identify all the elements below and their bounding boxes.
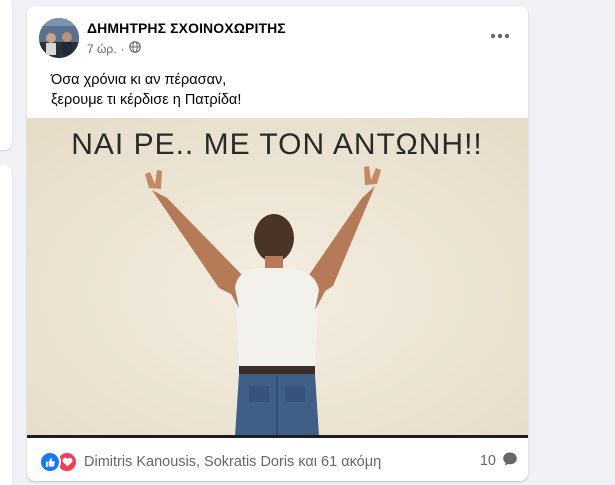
more-options-icon[interactable] [486, 26, 514, 46]
post-footer: Dimitris Kanousis, Sokratis Doris και 61… [27, 439, 528, 481]
image-bottom-border [27, 435, 528, 438]
avatar[interactable] [39, 18, 79, 58]
comments-summary[interactable]: 10 [480, 451, 518, 471]
reactions-summary[interactable]: Dimitris Kanousis, Sokratis Doris και 61… [39, 451, 381, 473]
adjacent-card-lower [0, 165, 12, 485]
post-text: Όσα χρόνια κι αν πέρασαν, ξερουμε τι κέρ… [51, 70, 511, 110]
post-card: ΔΗΜΗΤΡΗΣ ΣΧΟΙΝΟΧΩΡΙΤΗΣ 7 ώρ. · Όσα χρόνι… [27, 6, 528, 481]
post-meta: 7 ώρ. · [87, 41, 141, 56]
post-text-line: Όσα χρόνια κι αν πέρασαν, [51, 72, 227, 88]
comment-bubble-icon [502, 451, 518, 471]
comment-count[interactable]: 10 [480, 453, 496, 469]
image-caption: ΝΑΙ ΡΕ.. ΜΕ ΤΟΝ ΑΝΤΩΝΗ!! [71, 128, 483, 161]
meta-separator: · [120, 41, 125, 56]
post-text-line: ξερουμε τι κέρδισε η Πατρίδα! [51, 92, 242, 108]
post-author-name[interactable]: ΔΗΜΗΤΡΗΣ ΣΧΟΙΝΟΧΩΡΙΤΗΣ [87, 20, 286, 36]
like-reaction-icon [39, 451, 61, 473]
adjacent-card [0, 0, 12, 150]
post-header: ΔΗΜΗΤΡΗΣ ΣΧΟΙΝΟΧΩΡΙΤΗΣ 7 ώρ. · [27, 6, 528, 66]
post-timestamp[interactable]: 7 ώρ. [87, 42, 117, 56]
post-image[interactable]: ΝΑΙ ΡΕ.. ΜΕ ΤΟΝ ΑΝΤΩΝΗ!! [27, 118, 528, 436]
globe-icon [128, 41, 141, 56]
reaction-names[interactable]: Dimitris Kanousis, Sokratis Doris και 61… [84, 454, 381, 470]
